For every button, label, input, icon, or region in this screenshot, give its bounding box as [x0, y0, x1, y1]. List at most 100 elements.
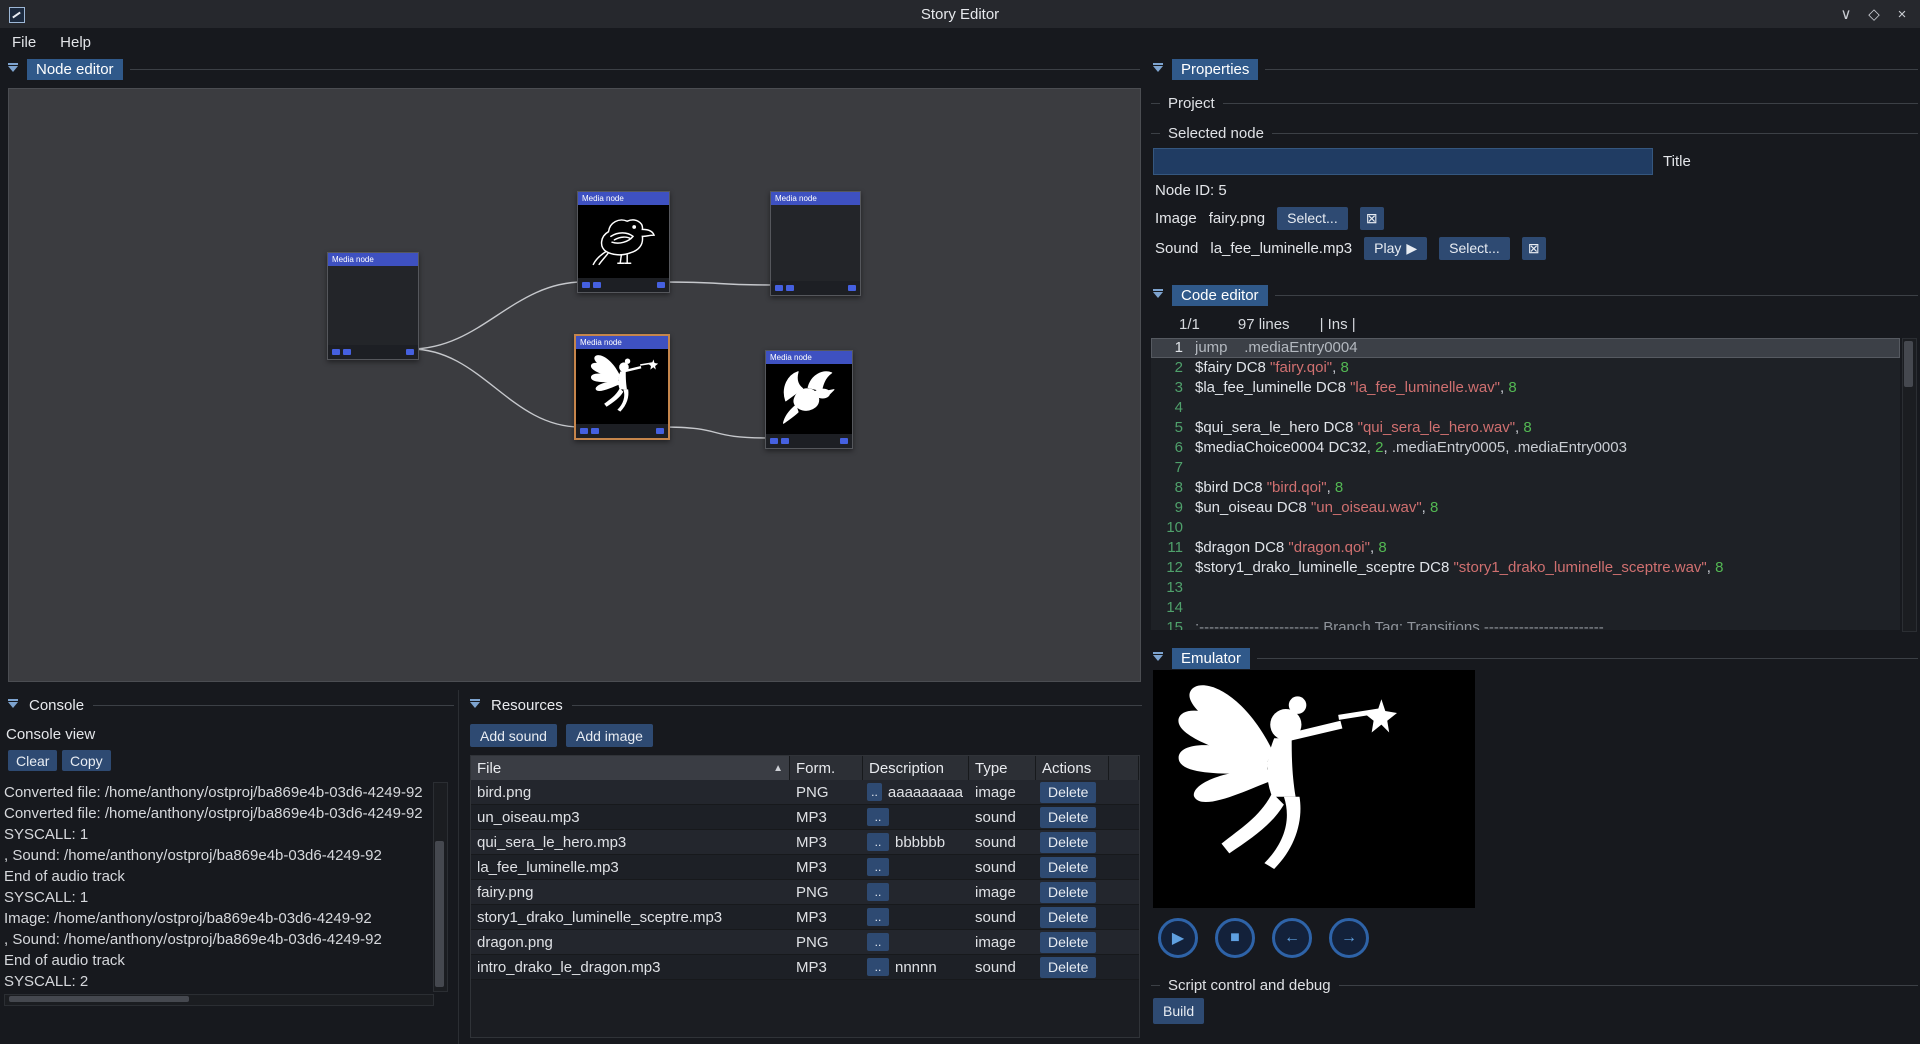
collapse-icon[interactable]: [1151, 63, 1165, 76]
delete-button[interactable]: Delete: [1040, 932, 1096, 953]
node-title[interactable]: Media node: [766, 351, 852, 364]
column-header-file[interactable]: File ▲: [471, 756, 790, 780]
scrollbar-thumb[interactable]: [9, 996, 189, 1002]
minimize-icon[interactable]: ∨: [1834, 2, 1858, 26]
input-port[interactable]: [582, 282, 590, 288]
sound-play-button[interactable]: Play ▶: [1364, 237, 1427, 260]
collapse-icon[interactable]: [6, 63, 20, 76]
sound-clear-button[interactable]: ⊠: [1522, 237, 1546, 260]
graph-node-fairy[interactable]: Media node: [574, 334, 670, 440]
graph-node-choice[interactable]: Media node: [770, 191, 861, 296]
code-line[interactable]: 5$qui_sera_le_hero DC8 "qui_sera_le_hero…: [1151, 418, 1900, 438]
code-line[interactable]: 1jump .mediaEntry0004: [1151, 338, 1900, 358]
edit-description-button[interactable]: ..: [867, 783, 882, 801]
graph-node-bird[interactable]: Media node: [577, 191, 670, 293]
code-line[interactable]: 15;------------------------ Branch Tag: …: [1151, 618, 1900, 630]
edit-description-button[interactable]: ..: [867, 958, 889, 976]
edit-description-button[interactable]: ..: [867, 808, 889, 826]
resource-row[interactable]: bird.pngPNG..aaaaaaaaaimageDelete: [471, 780, 1139, 805]
collapse-icon[interactable]: [1151, 652, 1165, 665]
port[interactable]: [343, 349, 351, 355]
column-header-format[interactable]: Form.: [790, 756, 863, 780]
delete-button[interactable]: Delete: [1040, 857, 1096, 878]
delete-button[interactable]: Delete: [1040, 882, 1096, 903]
column-header-actions[interactable]: Actions: [1036, 756, 1109, 780]
code-line[interactable]: 13: [1151, 578, 1900, 598]
code-line[interactable]: 7: [1151, 458, 1900, 478]
image-clear-button[interactable]: ⊠: [1360, 207, 1384, 230]
play-button[interactable]: ▶: [1158, 918, 1198, 958]
graph-node-entry[interactable]: Media node: [327, 252, 419, 360]
close-icon[interactable]: ×: [1890, 2, 1914, 26]
code-line[interactable]: 14: [1151, 598, 1900, 618]
resource-row[interactable]: qui_sera_le_hero.mp3MP3..bbbbbbsoundDele…: [471, 830, 1139, 855]
resource-row[interactable]: un_oiseau.mp3MP3..soundDelete: [471, 805, 1139, 830]
edit-description-button[interactable]: ..: [867, 883, 889, 901]
port[interactable]: [781, 438, 789, 444]
output-port[interactable]: [656, 428, 664, 434]
code-line[interactable]: 4: [1151, 398, 1900, 418]
code-line[interactable]: 3$la_fee_luminelle DC8 "la_fee_luminelle…: [1151, 378, 1900, 398]
code-editor-area[interactable]: 1jump .mediaEntry00042$fairy DC8 "fairy.…: [1151, 338, 1900, 630]
build-button[interactable]: Build: [1153, 998, 1204, 1024]
code-line[interactable]: 9$un_oiseau DC8 "un_oiseau.wav", 8: [1151, 498, 1900, 518]
node-title[interactable]: Media node: [771, 192, 860, 205]
delete-button[interactable]: Delete: [1040, 782, 1096, 803]
code-line[interactable]: 6$mediaChoice0004 DC32, 2, .mediaEntry00…: [1151, 438, 1900, 458]
delete-button[interactable]: Delete: [1040, 832, 1096, 853]
code-line[interactable]: 10: [1151, 518, 1900, 538]
input-port[interactable]: [770, 438, 778, 444]
output-port[interactable]: [657, 282, 665, 288]
input-port[interactable]: [332, 349, 340, 355]
copy-button[interactable]: Copy: [62, 750, 111, 771]
edit-description-button[interactable]: ..: [867, 908, 889, 926]
resource-row[interactable]: story1_drako_luminelle_sceptre.mp3MP3..s…: [471, 905, 1139, 930]
edit-description-button[interactable]: ..: [867, 858, 889, 876]
edit-description-button[interactable]: ..: [867, 933, 889, 951]
clear-button[interactable]: Clear: [8, 750, 57, 771]
step-back-button[interactable]: ←: [1272, 918, 1312, 958]
delete-button[interactable]: Delete: [1040, 957, 1096, 978]
output-port[interactable]: [848, 285, 856, 291]
code-line[interactable]: 11$dragon DC8 "dragon.qoi", 8: [1151, 538, 1900, 558]
port[interactable]: [593, 282, 601, 288]
menu-file[interactable]: File: [0, 28, 48, 56]
output-port[interactable]: [406, 349, 414, 355]
stop-button[interactable]: ■: [1215, 918, 1255, 958]
resource-row[interactable]: intro_drako_le_dragon.mp3MP3..nnnnnsound…: [471, 955, 1139, 980]
delete-button[interactable]: Delete: [1040, 807, 1096, 828]
port[interactable]: [591, 428, 599, 434]
code-line[interactable]: 12$story1_drako_luminelle_sceptre DC8 "s…: [1151, 558, 1900, 578]
image-select-button[interactable]: Select...: [1277, 207, 1348, 230]
title-input[interactable]: [1153, 148, 1653, 175]
console-horizontal-scrollbar[interactable]: [4, 994, 434, 1006]
resource-row[interactable]: dragon.pngPNG..imageDelete: [471, 930, 1139, 955]
resource-row[interactable]: fairy.pngPNG..imageDelete: [471, 880, 1139, 905]
node-title[interactable]: Media node: [328, 253, 418, 266]
scrollbar-thumb[interactable]: [435, 841, 444, 987]
code-vertical-scrollbar[interactable]: [1902, 338, 1917, 632]
node-title[interactable]: Media node: [576, 336, 668, 349]
code-line[interactable]: 2$fairy DC8 "fairy.qoi", 8: [1151, 358, 1900, 378]
step-forward-button[interactable]: →: [1329, 918, 1369, 958]
resource-row[interactable]: la_fee_luminelle.mp3MP3..soundDelete: [471, 855, 1139, 880]
delete-button[interactable]: Delete: [1040, 907, 1096, 928]
add-image-button[interactable]: Add image: [566, 724, 653, 747]
menu-help[interactable]: Help: [48, 28, 103, 56]
collapse-icon[interactable]: [1151, 289, 1165, 302]
edit-description-button[interactable]: ..: [867, 833, 889, 851]
column-header-description[interactable]: Description: [863, 756, 969, 780]
input-port[interactable]: [580, 428, 588, 434]
sound-select-button[interactable]: Select...: [1439, 237, 1510, 260]
code-line[interactable]: 8$bird DC8 "bird.qoi", 8: [1151, 478, 1900, 498]
maximize-icon[interactable]: ◇: [1862, 2, 1886, 26]
collapse-icon[interactable]: [6, 699, 20, 712]
collapse-icon[interactable]: [468, 699, 482, 712]
console-vertical-scrollbar[interactable]: [433, 782, 448, 992]
title-bar[interactable]: Story Editor ∨ ◇ ×: [0, 0, 1920, 28]
input-port[interactable]: [775, 285, 783, 291]
console-log[interactable]: Converted file: /home/anthony/ostproj/ba…: [4, 782, 432, 992]
add-sound-button[interactable]: Add sound: [470, 724, 557, 747]
column-header-type[interactable]: Type: [969, 756, 1036, 780]
graph-node-dragon[interactable]: Media node: [765, 350, 853, 449]
